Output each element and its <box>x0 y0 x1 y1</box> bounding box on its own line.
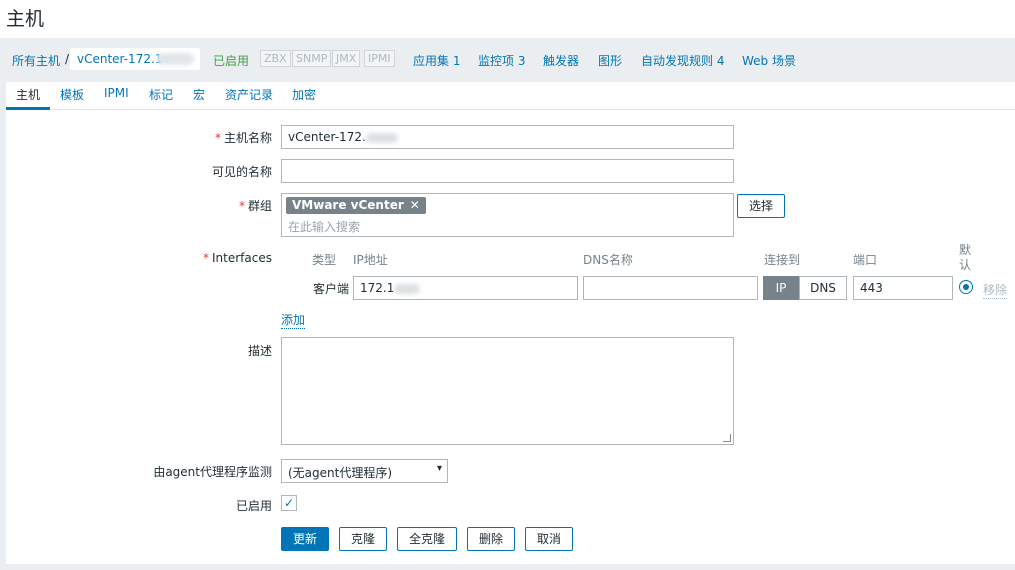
page-header: 主机 <box>0 0 1015 38</box>
host-form: * 主机名称 vCenter-172. 可见的名称 * 群组 VMware vCen… <box>6 110 1015 564</box>
tab-host[interactable]: 主机 <box>16 86 40 103</box>
required-marker: * <box>214 131 221 145</box>
protocol-badge-zbx: ZBX <box>260 50 291 67</box>
group-chip: VMware vCenter ✕ <box>286 197 426 214</box>
interface-header-ip: IP地址 <box>353 253 388 267</box>
select-groups-button[interactable]: 选择 <box>737 194 785 218</box>
enabled-checkbox[interactable]: ✓ <box>281 495 297 511</box>
tab-inventory[interactable]: 资产记录 <box>225 86 273 103</box>
full-clone-button[interactable]: 全克隆 <box>397 527 457 551</box>
tab-templates[interactable]: 模板 <box>60 86 84 103</box>
description-textarea[interactable] <box>281 337 734 445</box>
connect-dns-toggle[interactable]: DNS <box>799 276 847 300</box>
nav-web-scenarios[interactable]: Web 场景 <box>742 52 796 69</box>
interfaces-label: * Interfaces <box>203 251 272 265</box>
tab-encryption[interactable]: 加密 <box>292 86 316 103</box>
proxy-label: 由agent代理程序监测 <box>153 465 272 479</box>
tab-bar: 主机 模板 IPMI 标记 宏 资产记录 加密 <box>6 82 1015 110</box>
group-search-input[interactable]: 在此输入搜索 <box>288 218 360 235</box>
nav-graphs[interactable]: 图形 <box>598 52 622 69</box>
enabled-label: 已启用 <box>235 499 272 513</box>
visible-name-label: 可见的名称 <box>211 165 272 179</box>
connect-ip-toggle[interactable]: IP <box>763 276 799 300</box>
checkmark-icon: ✓ <box>283 496 295 510</box>
default-interface-radio[interactable] <box>959 280 973 294</box>
interface-header-default: 默认 <box>959 243 972 272</box>
tab-tags[interactable]: 标记 <box>149 86 173 103</box>
host-nav-bar: 所有主机 / vCenter-172.1 已启用 ZBX SNMP JMX IP… <box>0 38 1015 82</box>
interface-port-input[interactable]: 443 <box>853 276 953 300</box>
status-enabled[interactable]: 已启用 <box>213 52 249 69</box>
protocol-badge-jmx: JMX <box>332 50 361 67</box>
clone-button[interactable]: 克隆 <box>339 527 387 551</box>
nav-items[interactable]: 监控项 3 <box>478 52 525 69</box>
resize-handle-icon[interactable] <box>723 434 731 442</box>
host-name-label: * 主机名称 <box>214 131 272 145</box>
description-label: 描述 <box>247 344 272 358</box>
add-interface-link[interactable]: 添加 <box>281 311 306 329</box>
cancel-button[interactable]: 取消 <box>525 527 573 551</box>
interface-type-agent: 客户端 <box>313 282 350 296</box>
redacted-blur <box>394 283 421 294</box>
redacted-blur <box>156 53 194 65</box>
redacted-blur <box>365 132 398 143</box>
interface-header-connect: 连接到 <box>764 253 801 267</box>
breadcrumb-current-host-label: vCenter-172.1 <box>77 52 163 66</box>
required-marker: * <box>238 199 245 213</box>
required-marker: * <box>203 251 210 265</box>
tab-ipmi[interactable]: IPMI <box>104 86 129 100</box>
interface-header-dns: DNS名称 <box>583 253 633 267</box>
breadcrumb-current-host[interactable]: vCenter-172.1 <box>70 48 200 70</box>
update-button[interactable]: 更新 <box>281 527 329 551</box>
tab-macros[interactable]: 宏 <box>193 86 205 103</box>
remove-chip-icon[interactable]: ✕ <box>410 198 420 212</box>
protocol-badge-ipmi: IPMI <box>364 50 395 67</box>
nav-applications[interactable]: 应用集 1 <box>413 52 460 69</box>
nav-discovery-rules[interactable]: 自动发现规则 4 <box>641 52 724 69</box>
breadcrumb-all-hosts[interactable]: 所有主机 <box>12 52 60 69</box>
proxy-select[interactable]: (无agent代理程序) ▾ <box>281 459 448 483</box>
chevron-down-icon: ▾ <box>436 463 442 474</box>
delete-button[interactable]: 删除 <box>467 527 515 551</box>
page-title: 主机 <box>6 8 45 30</box>
remove-interface-link[interactable]: 移除 <box>983 281 1008 299</box>
interface-dns-input[interactable] <box>583 276 758 300</box>
interface-header-type: 类型 <box>312 253 337 267</box>
interface-ip-input[interactable]: 172.1 <box>353 276 578 300</box>
host-name-input[interactable]: vCenter-172. <box>281 125 734 149</box>
protocol-badge-snmp: SNMP <box>292 50 332 67</box>
nav-triggers[interactable]: 触发器 <box>543 52 579 69</box>
breadcrumb-separator: / <box>65 52 70 66</box>
groups-label: * 群组 <box>238 199 272 213</box>
visible-name-input[interactable] <box>281 159 734 183</box>
groups-multiselect[interactable]: VMware vCenter ✕ 在此输入搜索 <box>281 193 734 237</box>
interface-header-port: 端口 <box>853 253 878 267</box>
